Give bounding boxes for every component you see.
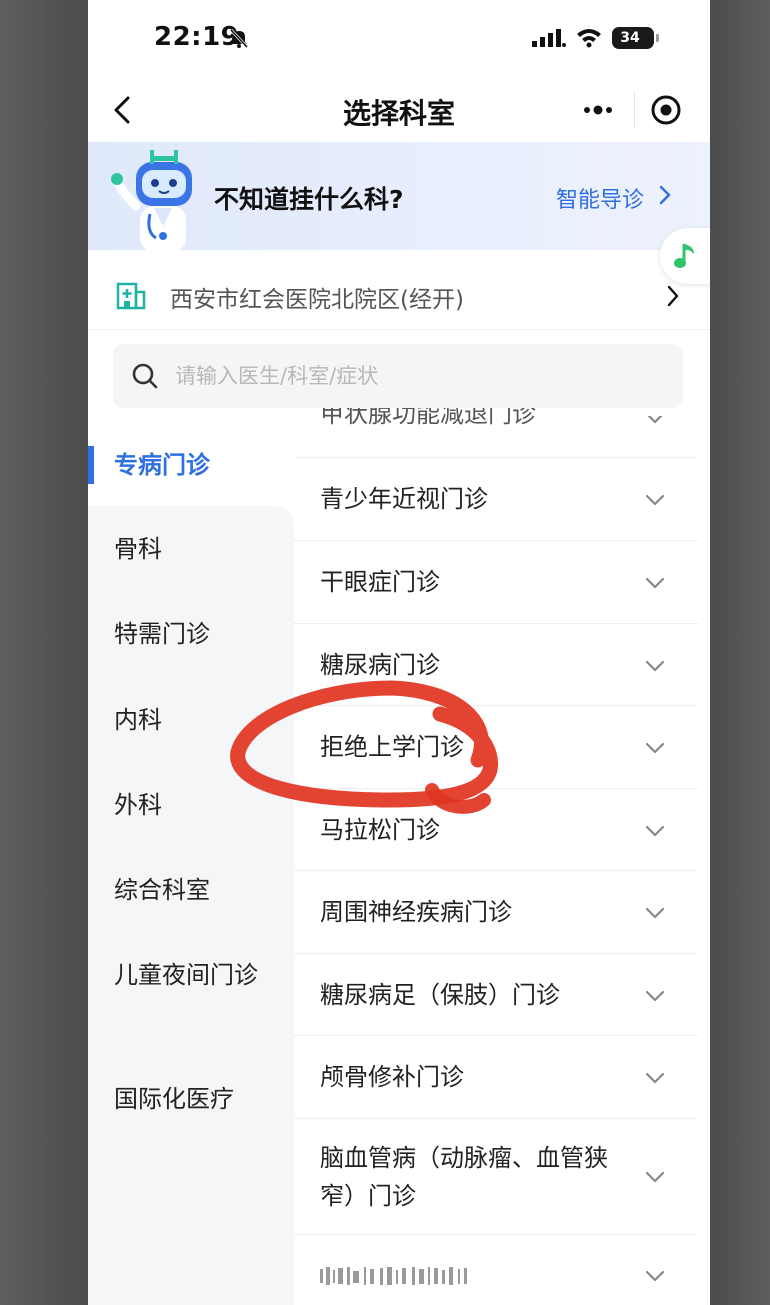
- chevron-down-icon: [645, 990, 665, 1002]
- sidebar-item-orthopedics[interactable]: 骨科: [114, 530, 284, 568]
- department-category-sidebar: 专病门诊 骨科 特需门诊 内科 外科 综合科室 儿童夜间门诊 国际化医疗: [88, 420, 294, 1305]
- chevron-right-icon[interactable]: [666, 284, 680, 308]
- chevron-down-icon: [645, 660, 665, 672]
- status-time: 22:19: [154, 22, 240, 52]
- blurred-text: [320, 1267, 467, 1285]
- bell-off-icon: [229, 28, 249, 49]
- list-item-label: 青少年近视门诊: [320, 485, 488, 513]
- navigation-bar: 选择科室: [88, 78, 710, 142]
- chevron-down-icon: [645, 742, 665, 754]
- search-icon: [132, 363, 158, 389]
- sidebar-item-child-night-clinic[interactable]: 儿童夜间门诊: [114, 956, 260, 994]
- phone-screen: 22:19 34 选择科室 不知道挂什么科? 智能导诊 西安市红会医院北院区(经…: [88, 0, 710, 1305]
- list-item-label: 颅骨修补门诊: [320, 1063, 464, 1091]
- chevron-down-icon: [645, 577, 665, 589]
- sidebar-item-general[interactable]: 综合科室: [114, 871, 264, 909]
- list-item-partial[interactable]: 甲状腺功能减退门诊: [294, 408, 698, 458]
- list-item-label: 糖尿病足（保肢）门诊: [320, 981, 560, 1009]
- battery-icon: 34: [612, 27, 659, 49]
- more-icon[interactable]: [580, 96, 616, 124]
- list-item-label: 拒绝上学门诊: [320, 733, 464, 761]
- wifi-icon: [577, 29, 601, 48]
- sidebar-item-vip-clinic[interactable]: 特需门诊: [114, 615, 284, 653]
- list-item[interactable]: 糖尿病足（保肢）门诊: [294, 954, 698, 1036]
- search-input[interactable]: [175, 358, 655, 394]
- chevron-down-icon: [645, 825, 665, 837]
- page-title: 选择科室: [342, 97, 455, 130]
- list-item-label: 脑血管病（动脉瘤、血管狭窄）门诊: [320, 1144, 608, 1210]
- hospital-name: 西安市红会医院北院区(经开): [170, 287, 464, 313]
- sidebar-item-special-clinic[interactable]: 专病门诊: [114, 446, 284, 484]
- doctor-robot-mascot-icon: [111, 150, 192, 250]
- chevron-right-icon[interactable]: [658, 184, 672, 206]
- smart-guide-link[interactable]: 智能导诊: [556, 182, 644, 214]
- list-item[interactable]: 脑血管病（动脉瘤、血管狭窄）门诊: [294, 1119, 698, 1235]
- banner-question: 不知道挂什么科?: [214, 185, 404, 214]
- list-item[interactable]: 颅骨修补门诊: [294, 1036, 698, 1119]
- list-item-label: 周围神经疾病门诊: [320, 898, 512, 926]
- hospital-selector[interactable]: 西安市红会医院北院区(经开): [88, 260, 710, 330]
- signal-icon: [532, 29, 566, 47]
- search-box[interactable]: [113, 344, 683, 408]
- sidebar-item-surgery[interactable]: 外科: [114, 786, 284, 824]
- clinic-list: 甲状腺功能减退门诊 青少年近视门诊 干眼症门诊 糖尿病门诊 拒绝上学门诊 马拉松…: [294, 408, 710, 1305]
- active-indicator: [88, 446, 94, 484]
- list-item-label: 甲状腺功能减退门诊: [320, 408, 536, 428]
- list-item[interactable]: 马拉松门诊: [294, 789, 698, 871]
- list-item-label: 糖尿病门诊: [320, 651, 440, 679]
- list-item[interactable]: 干眼症门诊: [294, 541, 698, 624]
- hospital-icon: [116, 282, 146, 310]
- list-item-highlighted[interactable]: 拒绝上学门诊: [294, 706, 698, 789]
- target-icon[interactable]: [650, 94, 682, 126]
- sidebar-item-internal-medicine[interactable]: 内科: [114, 701, 284, 739]
- chevron-down-icon: [647, 416, 663, 424]
- list-item-obscured[interactable]: [294, 1235, 698, 1305]
- list-item[interactable]: 周围神经疾病门诊: [294, 871, 698, 954]
- battery-level: 34: [620, 30, 640, 46]
- smart-guide-banner[interactable]: 不知道挂什么科? 智能导诊: [88, 142, 710, 250]
- sidebar-item-international[interactable]: 国际化医疗: [114, 1080, 284, 1118]
- list-item-label: 马拉松门诊: [320, 816, 440, 844]
- nav-divider: [634, 92, 635, 128]
- list-item[interactable]: 糖尿病门诊: [294, 624, 698, 706]
- list-item[interactable]: 青少年近视门诊: [294, 458, 698, 541]
- list-item-label: 干眼症门诊: [320, 568, 440, 596]
- chevron-down-icon: [645, 494, 665, 506]
- chevron-down-icon: [645, 1270, 665, 1282]
- status-bar: 22:19 34: [88, 0, 710, 78]
- chevron-down-icon: [645, 1171, 665, 1183]
- chevron-down-icon: [645, 1072, 665, 1084]
- chevron-down-icon: [645, 907, 665, 919]
